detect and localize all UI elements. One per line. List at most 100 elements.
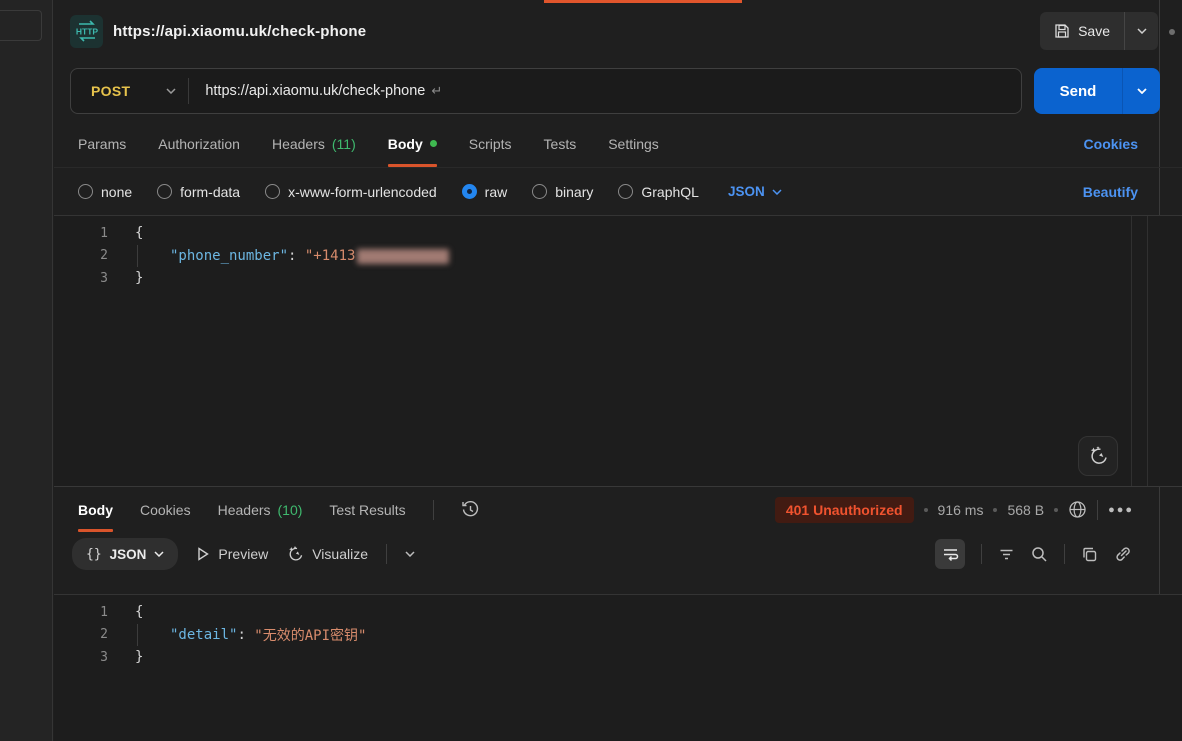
filter-icon — [998, 546, 1015, 563]
save-icon — [1054, 23, 1070, 39]
radio-urlencoded[interactable]: x-www-form-urlencoded — [265, 184, 437, 200]
chevron-down-icon — [1137, 28, 1147, 34]
more-options-button[interactable]: ●●● — [1108, 504, 1134, 516]
divider — [981, 544, 982, 564]
tab-params[interactable]: Params — [78, 120, 126, 167]
line-number: 2 — [54, 248, 108, 263]
braces-icon: {} — [86, 547, 102, 562]
send-options-button[interactable] — [1122, 68, 1160, 114]
response-body-editor[interactable]: 1 { 2 "detail": "无效的API密钥" 3 } — [54, 594, 1182, 741]
visualize-button[interactable]: Visualize — [286, 545, 368, 563]
radio-binary[interactable]: binary — [532, 184, 593, 200]
url-divider — [188, 78, 189, 104]
divider — [433, 500, 434, 520]
method-selector[interactable]: POST — [71, 83, 166, 99]
divider — [386, 544, 387, 564]
response-size[interactable]: 568 B — [1007, 502, 1044, 518]
save-button[interactable]: Save — [1040, 12, 1124, 50]
radio-circle — [532, 184, 547, 199]
cookies-link[interactable]: Cookies — [1084, 136, 1138, 152]
body-type-row: none form-data x-www-form-urlencoded raw… — [54, 168, 1182, 215]
chevron-down-icon — [405, 551, 415, 557]
filter-button[interactable] — [998, 546, 1015, 563]
tab-settings[interactable]: Settings — [608, 120, 659, 167]
line-number: 1 — [54, 605, 108, 620]
response-time[interactable]: 916 ms — [938, 502, 984, 518]
preview-button[interactable]: Preview — [196, 546, 268, 562]
active-tab-indicator — [544, 0, 742, 3]
editor-scroll-track — [1131, 216, 1132, 486]
request-body-editor[interactable]: 1 { 2 "phone_number": "+1413 3 } — [54, 215, 1182, 486]
save-options-button[interactable] — [1124, 12, 1158, 50]
tab-scripts[interactable]: Scripts — [469, 120, 512, 167]
link-button[interactable] — [1114, 545, 1132, 563]
dot-separator — [1054, 508, 1058, 512]
tab-body[interactable]: Body — [388, 120, 437, 167]
url-input[interactable]: https://api.xiaomu.uk/check-phone — [205, 83, 425, 99]
response-meta: 401 Unauthorized 916 ms 568 B ●●● — [775, 497, 1134, 523]
redacted-phone-blur — [357, 249, 449, 264]
response-headers-count: (10) — [278, 502, 303, 518]
status-badge[interactable]: 401 Unauthorized — [775, 497, 914, 523]
url-input-box: POST https://api.xiaomu.uk/check-phone ↵ — [70, 68, 1022, 114]
response-format-selector[interactable]: {} JSON — [72, 538, 178, 570]
collapse-button[interactable] — [405, 551, 415, 557]
history-button[interactable] — [461, 500, 480, 519]
request-tabs: Params Authorization Headers(11) Body Sc… — [54, 120, 1182, 168]
radio-none[interactable]: none — [78, 184, 132, 200]
tab-tests[interactable]: Tests — [544, 120, 577, 167]
dot-separator — [924, 508, 928, 512]
response-toolbar-right — [935, 539, 1132, 569]
radio-graphql[interactable]: GraphQL — [618, 184, 699, 200]
code-line: 3 } — [54, 646, 1182, 669]
chevron-down-icon — [166, 88, 176, 94]
main-panel: HTTP https://api.xiaomu.uk/check-phone S… — [54, 0, 1182, 741]
wrap-text-icon — [942, 546, 959, 563]
radio-form-data[interactable]: form-data — [157, 184, 240, 200]
tab-headers[interactable]: Headers(11) — [272, 120, 356, 167]
search-button[interactable] — [1031, 546, 1048, 563]
postbot-ai-button[interactable] — [1078, 436, 1118, 476]
radio-raw[interactable]: raw — [462, 184, 508, 200]
response-tab-cookies[interactable]: Cookies — [140, 487, 191, 532]
sidebar-partial-box — [0, 10, 42, 41]
svg-text:HTTP: HTTP — [75, 27, 98, 37]
response-tab-headers[interactable]: Headers(10) — [218, 487, 303, 532]
code-line: 2 "phone_number": "+1413 — [54, 245, 1182, 268]
link-icon — [1114, 545, 1132, 563]
copy-button[interactable] — [1081, 546, 1098, 563]
request-title: https://api.xiaomu.uk/check-phone — [113, 23, 366, 40]
request-header-bar: HTTP https://api.xiaomu.uk/check-phone S… — [54, 0, 1182, 62]
response-toolbar: {} JSON Preview Visualize — [54, 532, 1182, 576]
line-number: 3 — [54, 271, 108, 286]
line-number: 2 — [54, 627, 108, 642]
left-sidebar — [0, 0, 53, 741]
body-language-selector[interactable]: JSON — [728, 184, 782, 199]
radio-circle-checked — [462, 184, 477, 199]
headers-count: (11) — [332, 136, 356, 152]
divider — [1097, 500, 1098, 520]
line-number: 1 — [54, 226, 108, 241]
wrap-text-button[interactable] — [935, 539, 965, 569]
send-button[interactable]: Send — [1034, 68, 1122, 114]
indent-guide — [137, 624, 170, 647]
tab-authorization[interactable]: Authorization — [158, 120, 240, 167]
beautify-link[interactable]: Beautify — [1083, 184, 1138, 200]
request-url-row: POST https://api.xiaomu.uk/check-phone ↵… — [54, 62, 1182, 120]
code-line: 2 "detail": "无效的API密钥" — [54, 624, 1182, 647]
network-info-button[interactable] — [1068, 500, 1087, 519]
response-tab-body[interactable]: Body — [78, 487, 113, 532]
chevron-down-icon — [772, 189, 782, 195]
method-chevron[interactable] — [166, 88, 176, 94]
editor-panel-edge — [1147, 216, 1148, 486]
radio-circle — [157, 184, 172, 199]
play-icon — [196, 547, 210, 561]
response-tab-test-results[interactable]: Test Results — [329, 487, 405, 532]
indent-guide — [137, 245, 170, 268]
save-label: Save — [1078, 23, 1110, 39]
line-number: 3 — [54, 650, 108, 665]
copy-icon — [1081, 546, 1098, 563]
chevron-down-icon — [154, 551, 164, 557]
radio-circle — [618, 184, 633, 199]
radio-circle — [265, 184, 280, 199]
